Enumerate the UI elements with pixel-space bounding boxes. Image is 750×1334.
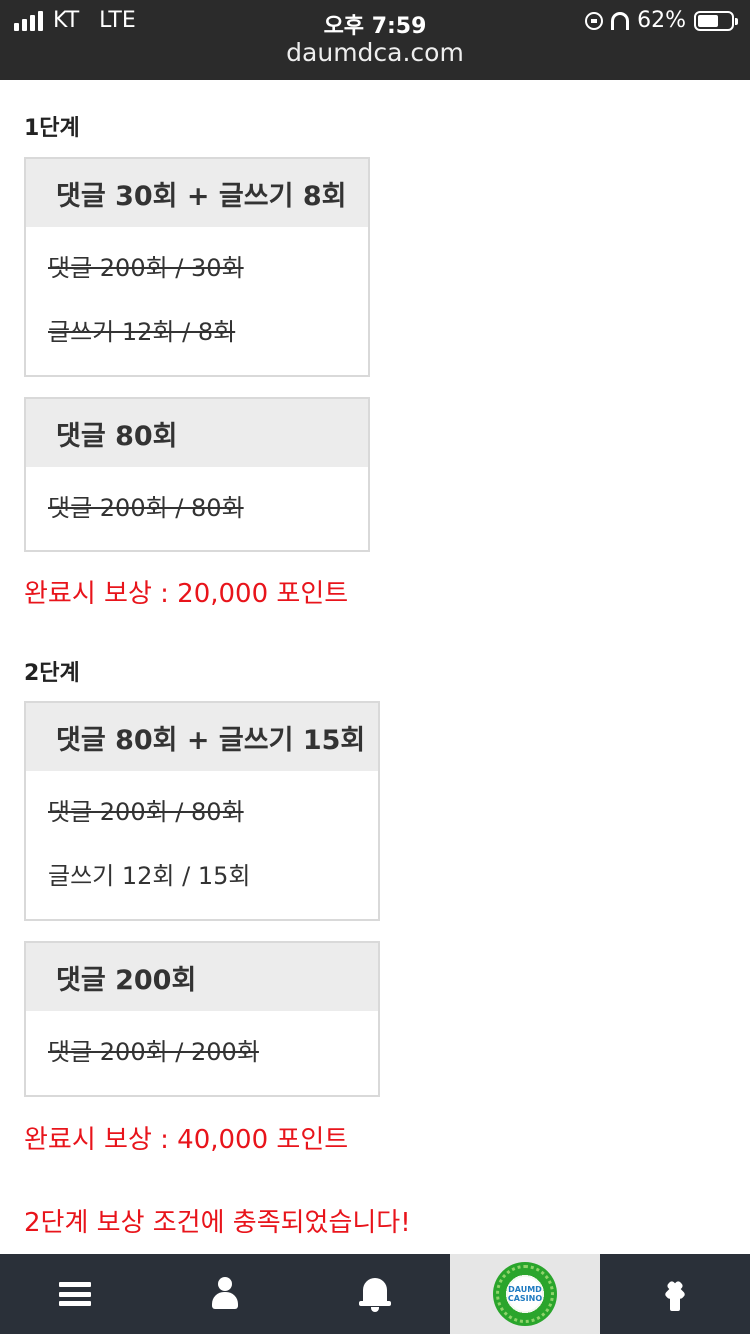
mission-progress-line: 댓글 200회 / 200회 bbox=[48, 1037, 259, 1066]
rotation-lock-icon bbox=[585, 11, 604, 30]
mission-progress-line: 댓글 200회 / 80회 bbox=[48, 493, 244, 522]
completion-notice: 2단계 보상 조건에 충족되었습니다! bbox=[24, 1208, 411, 1238]
step-2-mission-box-1: 댓글 80회 + 글쓰기 15회 댓글 200회 / 80회 글쓰기 12회 /… bbox=[24, 701, 380, 921]
step-2-title: 2단계 bbox=[24, 661, 80, 686]
profile-button[interactable] bbox=[150, 1254, 300, 1334]
step-2-mission-box-2: 댓글 200회 댓글 200회 / 200회 bbox=[24, 941, 380, 1097]
step-1-reward: 완료시 보상 : 20,000 포인트 bbox=[24, 579, 349, 609]
mission-header: 댓글 200회 bbox=[26, 943, 378, 1011]
bell-icon bbox=[358, 1275, 392, 1313]
battery-icon bbox=[694, 10, 738, 31]
menu-button[interactable] bbox=[0, 1254, 150, 1334]
step-1-title: 1단계 bbox=[24, 116, 80, 141]
arrow-up-icon bbox=[658, 1277, 692, 1311]
step-2-reward: 완료시 보상 : 40,000 포인트 bbox=[24, 1125, 349, 1155]
mission-header: 댓글 80회 bbox=[26, 399, 368, 467]
user-icon bbox=[210, 1277, 240, 1311]
menu-icon bbox=[59, 1282, 91, 1306]
status-bar: KT LTE 오후 7:59 62% daumdca.com bbox=[0, 0, 750, 80]
daumd-casino-logo: DAUMD CASINO bbox=[493, 1262, 557, 1326]
headphones-icon bbox=[611, 11, 630, 30]
page-url[interactable]: daumdca.com bbox=[0, 38, 750, 67]
step-1-mission-box-2: 댓글 80회 댓글 200회 / 80회 bbox=[24, 397, 370, 552]
mission-progress-line: 댓글 200회 / 30회 bbox=[48, 253, 244, 282]
step-1-mission-box-1: 댓글 30회 + 글쓰기 8회 댓글 200회 / 30회 글쓰기 12회 / … bbox=[24, 157, 370, 377]
mission-progress-line: 글쓰기 12회 / 15회 bbox=[48, 861, 251, 890]
bottom-nav: DAUMD CASINO bbox=[0, 1254, 750, 1334]
mission-header: 댓글 30회 + 글쓰기 8회 bbox=[26, 159, 368, 227]
notifications-button[interactable] bbox=[300, 1254, 450, 1334]
home-logo-button[interactable]: DAUMD CASINO bbox=[450, 1254, 600, 1334]
battery-percent: 62% bbox=[637, 8, 686, 33]
mission-progress-line: 댓글 200회 / 80회 bbox=[48, 797, 244, 826]
mission-header: 댓글 80회 + 글쓰기 15회 bbox=[26, 703, 378, 771]
scroll-top-button[interactable] bbox=[600, 1254, 750, 1334]
mission-progress-line: 글쓰기 12회 / 8회 bbox=[48, 317, 236, 346]
